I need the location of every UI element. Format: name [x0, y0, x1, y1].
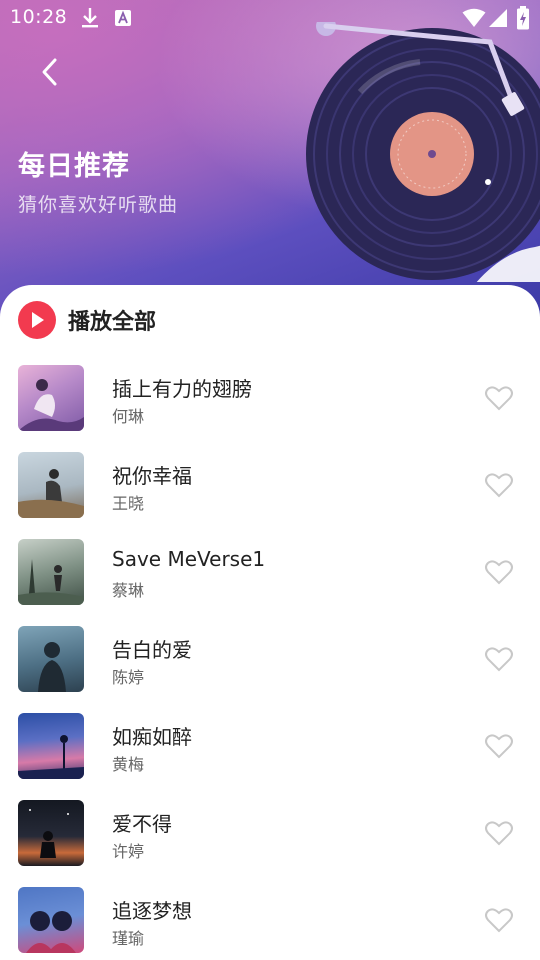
song-row[interactable]: 如痴如醉 黄梅 — [0, 701, 540, 788]
song-row[interactable]: 告白的爱 陈婷 — [0, 614, 540, 701]
heart-icon[interactable] — [484, 905, 514, 935]
album-cover — [18, 800, 84, 866]
status-time: 10:28 — [10, 6, 68, 28]
vinyl-record-illustration — [306, 22, 540, 282]
song-artist: 瑾瑜 — [112, 929, 145, 948]
song-artist: 许婷 — [112, 842, 145, 861]
song-artist: 陈婷 — [112, 668, 145, 687]
song-title: Save MeVerse1 — [112, 547, 266, 571]
song-row[interactable]: 祝你幸福 王晓 — [0, 440, 540, 527]
album-cover — [18, 713, 84, 779]
song-row[interactable]: 追逐梦想 瑾瑜 — [0, 875, 540, 960]
page-subtitle: 猜你喜欢好听歌曲 — [18, 194, 179, 216]
album-cover — [18, 365, 84, 431]
chevron-left-icon — [42, 58, 57, 86]
song-title: 如痴如醉 — [112, 725, 192, 749]
song-title: 插上有力的翅膀 — [112, 377, 252, 401]
song-artist: 蔡琳 — [112, 581, 145, 600]
download-icon — [80, 6, 100, 34]
song-row[interactable]: Save MeVerse1 蔡琳 — [0, 527, 540, 614]
album-cover — [18, 887, 84, 953]
heart-icon[interactable] — [484, 470, 514, 500]
header-banner: 10:28 每日推荐 猜你喜欢好听歌曲 — [0, 0, 540, 320]
page-title: 每日推荐 — [18, 151, 130, 182]
heart-icon[interactable] — [484, 383, 514, 413]
heart-icon[interactable] — [484, 644, 514, 674]
heart-icon[interactable] — [484, 731, 514, 761]
song-title: 告白的爱 — [112, 638, 192, 662]
song-title: 爱不得 — [112, 812, 172, 836]
song-title: 追逐梦想 — [112, 899, 192, 923]
play-all-label: 播放全部 — [68, 310, 157, 335]
song-title: 祝你幸福 — [112, 464, 192, 488]
heart-icon[interactable] — [484, 557, 514, 587]
song-row[interactable]: 插上有力的翅膀 何琳 — [0, 353, 540, 440]
back-button[interactable] — [30, 52, 70, 92]
a-notification-icon — [114, 9, 132, 31]
song-artist: 王晓 — [112, 494, 145, 513]
play-all-button[interactable]: 播放全部 — [18, 301, 156, 339]
song-list-panel: 播放全部 插上有力的翅膀 何琳 祝你幸福 王晓 Save MeVerse1 蔡琳 — [0, 285, 540, 960]
heart-icon[interactable] — [484, 818, 514, 848]
song-artist: 何琳 — [112, 407, 145, 426]
album-cover — [18, 539, 84, 605]
song-row[interactable]: 爱不得 许婷 — [0, 788, 540, 875]
album-cover — [18, 626, 84, 692]
album-cover — [18, 452, 84, 518]
song-artist: 黄梅 — [112, 755, 145, 774]
play-icon — [18, 301, 56, 339]
song-list: 插上有力的翅膀 何琳 祝你幸福 王晓 Save MeVerse1 蔡琳 告白的爱 — [0, 353, 540, 960]
